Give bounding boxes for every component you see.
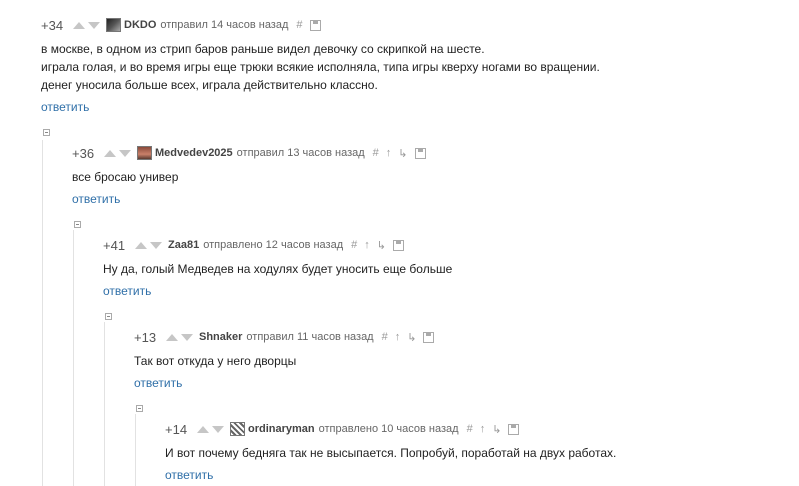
thread-line — [42, 140, 43, 486]
permalink-icon[interactable]: # — [373, 147, 379, 159]
comment: +14 ordinaryman отправлено 10 часов наза… — [165, 421, 795, 486]
reply-link[interactable]: ответить — [103, 284, 151, 298]
avatar[interactable] — [230, 422, 245, 436]
comment-header: +13 Shnaker отправил 11 часов назад # ↑ … — [134, 329, 435, 345]
save-icon[interactable] — [423, 331, 435, 343]
comment-timestamp: отправлено 10 часов назад — [318, 423, 459, 435]
comment-text-line: Так вот откуда у него дворцы — [134, 354, 297, 368]
parent-arrow-icon[interactable]: ↑ — [386, 147, 392, 159]
thread-line — [104, 322, 105, 486]
comment-rating: +41 — [103, 237, 126, 253]
comment-rating: +34 — [41, 17, 64, 33]
upvote-icon[interactable] — [166, 333, 178, 341]
downvote-icon[interactable] — [88, 21, 100, 29]
downvote-icon[interactable] — [119, 149, 131, 157]
downvote-icon[interactable] — [212, 425, 224, 433]
comment-header: +41 Zaa81 отправлено 12 часов назад # ↑ … — [103, 237, 404, 253]
parent-arrow-icon[interactable]: ↑ — [364, 239, 370, 251]
collapse-thread-button[interactable] — [136, 405, 143, 412]
reply-link[interactable]: ответить — [41, 100, 89, 114]
downvote-icon[interactable] — [181, 333, 193, 341]
permalink-icon[interactable]: # — [467, 423, 473, 435]
comment-body: в москве, в одном из стрип баров раньше … — [41, 40, 600, 94]
thread-branch-icon[interactable]: ↳ — [407, 331, 416, 344]
comment-author[interactable]: DKDO — [124, 19, 156, 31]
comment-rating: +14 — [165, 421, 188, 437]
thread-branch-icon[interactable]: ↳ — [492, 423, 501, 436]
upvote-icon[interactable] — [104, 149, 116, 157]
comment: +41 Zaa81 отправлено 12 часов назад # ↑ … — [103, 237, 783, 307]
comment: +34 DKDO отправил 14 часов назад # в мос… — [41, 17, 781, 117]
comment-timestamp: отправил 14 часов назад — [160, 19, 289, 31]
parent-arrow-icon[interactable]: ↑ — [480, 423, 486, 435]
reply-link[interactable]: ответить — [72, 192, 120, 206]
thread-line — [73, 230, 74, 486]
reply-link[interactable]: ответить — [134, 376, 182, 390]
collapse-thread-button[interactable] — [43, 129, 50, 136]
parent-arrow-icon[interactable]: ↑ — [395, 331, 401, 343]
collapse-thread-button[interactable] — [74, 221, 81, 228]
comment-body: Ну да, голый Медведев на ходулях будет у… — [103, 260, 452, 278]
save-icon[interactable] — [508, 423, 520, 435]
avatar[interactable] — [137, 146, 152, 160]
comment-text-line: Ну да, голый Медведев на ходулях будет у… — [103, 262, 453, 276]
comment-body: все бросаю универ — [72, 168, 178, 186]
comment: +13 Shnaker отправил 11 часов назад # ↑ … — [134, 329, 794, 399]
comment-text-line: в москве, в одном из стрип баров раньше … — [41, 42, 485, 56]
save-icon[interactable] — [414, 147, 426, 159]
comment-author[interactable]: Shnaker — [199, 331, 242, 343]
permalink-icon[interactable]: # — [351, 239, 357, 251]
permalink-icon[interactable]: # — [296, 19, 302, 31]
comment-timestamp: отправлено 12 часов назад — [203, 239, 344, 251]
comment-author[interactable]: ordinaryman — [248, 423, 315, 435]
comment-header: +14 ordinaryman отправлено 10 часов наза… — [165, 421, 520, 437]
comment: +36 Medvedev2025 отправил 13 часов назад… — [72, 145, 772, 215]
comment-body: И вот почему бедняга так не высыпается. … — [165, 444, 616, 462]
comment-rating: +13 — [134, 329, 157, 345]
comment-text-line: играла голая, и во время игры еще трюки … — [41, 60, 600, 74]
comment-text-line: денег уносила больше всех, играла действ… — [41, 78, 378, 92]
save-icon[interactable] — [309, 19, 321, 31]
collapse-thread-button[interactable] — [105, 313, 112, 320]
avatar[interactable] — [106, 18, 121, 32]
upvote-icon[interactable] — [135, 241, 147, 249]
comment-author[interactable]: Medvedev2025 — [155, 147, 233, 159]
upvote-icon[interactable] — [197, 425, 209, 433]
comment-header: +34 DKDO отправил 14 часов назад # — [41, 17, 321, 33]
reply-link[interactable]: ответить — [165, 468, 213, 482]
thread-line — [135, 414, 136, 486]
comment-text-line: И вот почему бедняга так не высыпается. … — [165, 446, 617, 460]
thread-branch-icon[interactable]: ↳ — [377, 239, 386, 252]
upvote-icon[interactable] — [73, 21, 85, 29]
comment-author[interactable]: Zaa81 — [168, 239, 199, 251]
save-icon[interactable] — [392, 239, 404, 251]
comment-text-line: все бросаю универ — [72, 170, 179, 184]
comment-body: Так вот откуда у него дворцы — [134, 352, 296, 370]
comment-timestamp: отправил 11 часов назад — [246, 331, 374, 343]
comment-rating: +36 — [72, 145, 95, 161]
comment-header: +36 Medvedev2025 отправил 13 часов назад… — [72, 145, 426, 161]
permalink-icon[interactable]: # — [382, 331, 388, 343]
comment-timestamp: отправил 13 часов назад — [236, 147, 365, 159]
downvote-icon[interactable] — [150, 241, 162, 249]
thread-branch-icon[interactable]: ↳ — [398, 147, 407, 160]
